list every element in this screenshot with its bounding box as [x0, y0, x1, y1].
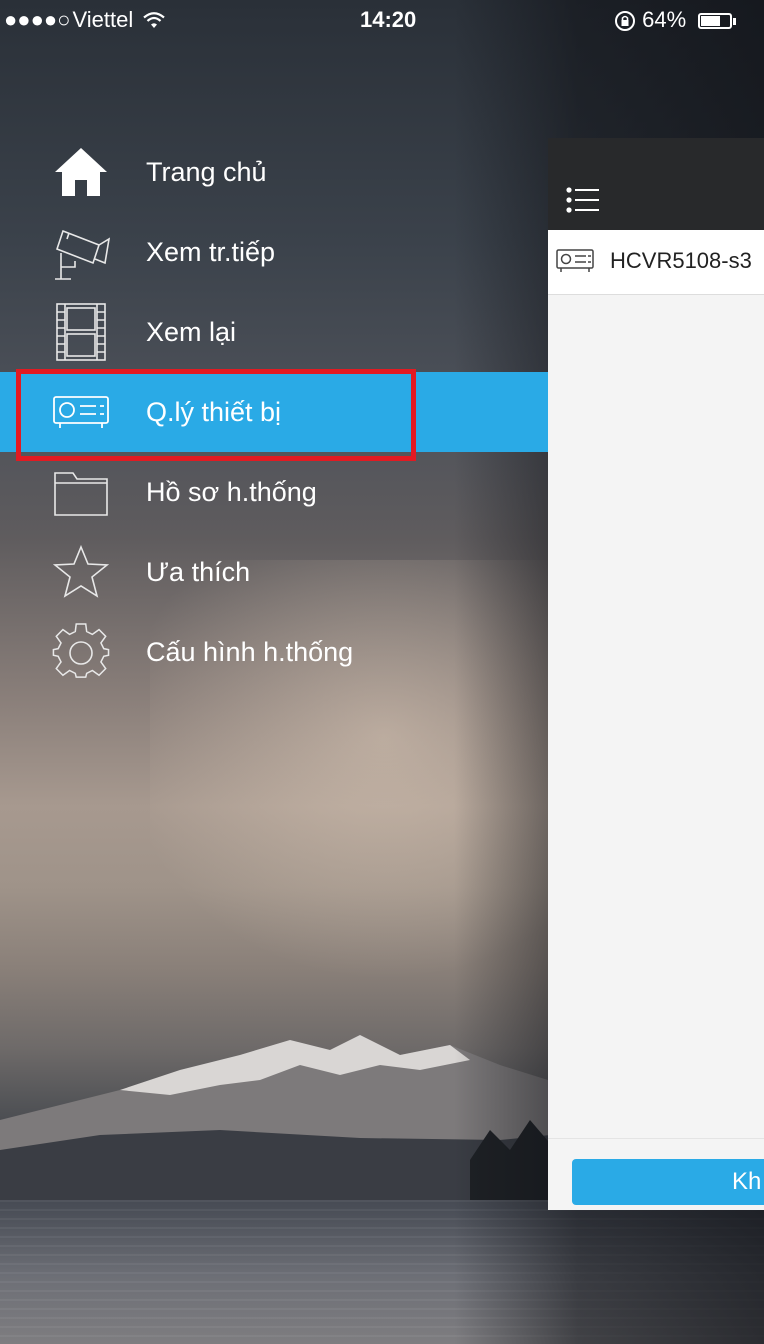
menu-label-favorites: Ưa thích [146, 556, 251, 587]
menu-item-live-view[interactable]: Xem tr.tiếp [0, 212, 548, 292]
menu-item-home[interactable]: Trang chủ [0, 132, 548, 212]
list-menu-icon[interactable] [566, 186, 600, 214]
status-bar: ●●●●○Viettel 14:20 64% [0, 0, 764, 40]
panel-footer: Kh [548, 1138, 764, 1210]
clock: 14:20 [360, 7, 417, 32]
device-list-panel: HCVR5108-s3 Kh [548, 138, 764, 1210]
star-icon [50, 541, 112, 603]
carrier-info: ●●●●○Viettel [4, 0, 166, 40]
panel-header [548, 138, 764, 230]
menu-item-system-records[interactable]: Hồ sơ h.thống [0, 452, 548, 532]
menu-label-playback: Xem lại [146, 316, 237, 347]
menu-item-playback[interactable]: Xem lại [0, 292, 548, 372]
add-device-button[interactable]: Kh [572, 1159, 764, 1205]
menu-item-favorites[interactable]: Ưa thích [0, 532, 548, 612]
menu-label-live-view: Xem tr.tiếp [146, 236, 276, 267]
rotation-lock-icon [615, 11, 635, 32]
home-icon [50, 141, 112, 203]
battery-area: 64% [614, 0, 737, 40]
menu-label-home: Trang chủ [146, 156, 267, 187]
film-icon [50, 301, 112, 363]
menu-item-system-settings[interactable]: Cấu hình h.thống [0, 612, 548, 692]
selection-highlight-box [16, 369, 416, 461]
device-row[interactable]: HCVR5108-s3 [548, 230, 764, 295]
menu-label-system-records: Hồ sơ h.thống [146, 476, 317, 507]
menu-label-system-settings: Cấu hình h.thống [146, 636, 354, 667]
battery-icon [698, 13, 733, 30]
camera-icon [50, 221, 112, 283]
signal-strength: ●●●●○ [4, 7, 71, 32]
device-icon [556, 249, 594, 272]
carrier-name: Viettel [72, 7, 134, 32]
battery-percent: 64% [642, 7, 687, 32]
folder-icon [50, 461, 112, 523]
device-name: HCVR5108-s3 [610, 248, 752, 273]
wifi-icon [143, 12, 166, 29]
gear-icon [50, 621, 112, 683]
